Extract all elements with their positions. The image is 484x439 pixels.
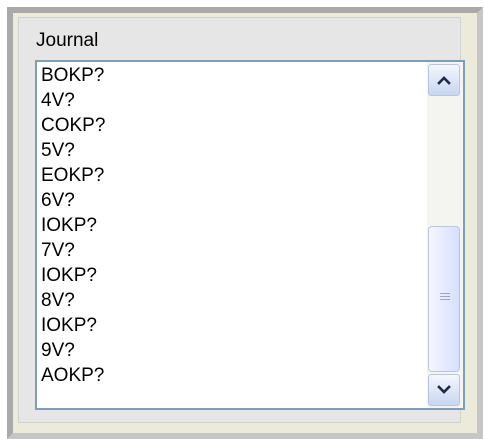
scroll-up-button[interactable] [428, 64, 460, 96]
journal-label: Journal [36, 30, 99, 51]
list-item[interactable]: AOKP? [41, 363, 105, 388]
scroll-down-button[interactable] [428, 374, 460, 406]
list-item[interactable]: IOKP? [41, 213, 105, 238]
journal-items: BOKP? 4V? COKP? 5V? EOKP? 6V? IOKP? 7V? … [41, 63, 105, 388]
list-item[interactable]: 9V? [41, 338, 105, 363]
grip-lines-icon [440, 293, 450, 302]
chevron-down-icon [437, 385, 451, 394]
list-item[interactable]: 8V? [41, 288, 105, 313]
list-item[interactable]: BOKP? [41, 63, 105, 88]
list-item[interactable]: 5V? [41, 138, 105, 163]
list-item[interactable]: EOKP? [41, 163, 105, 188]
chevron-up-icon [437, 76, 451, 85]
list-item[interactable]: 4V? [41, 88, 105, 113]
list-item[interactable]: IOKP? [41, 313, 105, 338]
list-item[interactable]: IOKP? [41, 263, 105, 288]
list-item[interactable]: COKP? [41, 113, 105, 138]
list-item[interactable]: 7V? [41, 238, 105, 263]
list-item[interactable]: 6V? [41, 188, 105, 213]
scroll-thumb[interactable] [428, 226, 460, 372]
journal-listbox[interactable]: BOKP? 4V? COKP? 5V? EOKP? 6V? IOKP? 7V? … [35, 60, 465, 410]
vertical-scrollbar[interactable] [427, 62, 463, 408]
